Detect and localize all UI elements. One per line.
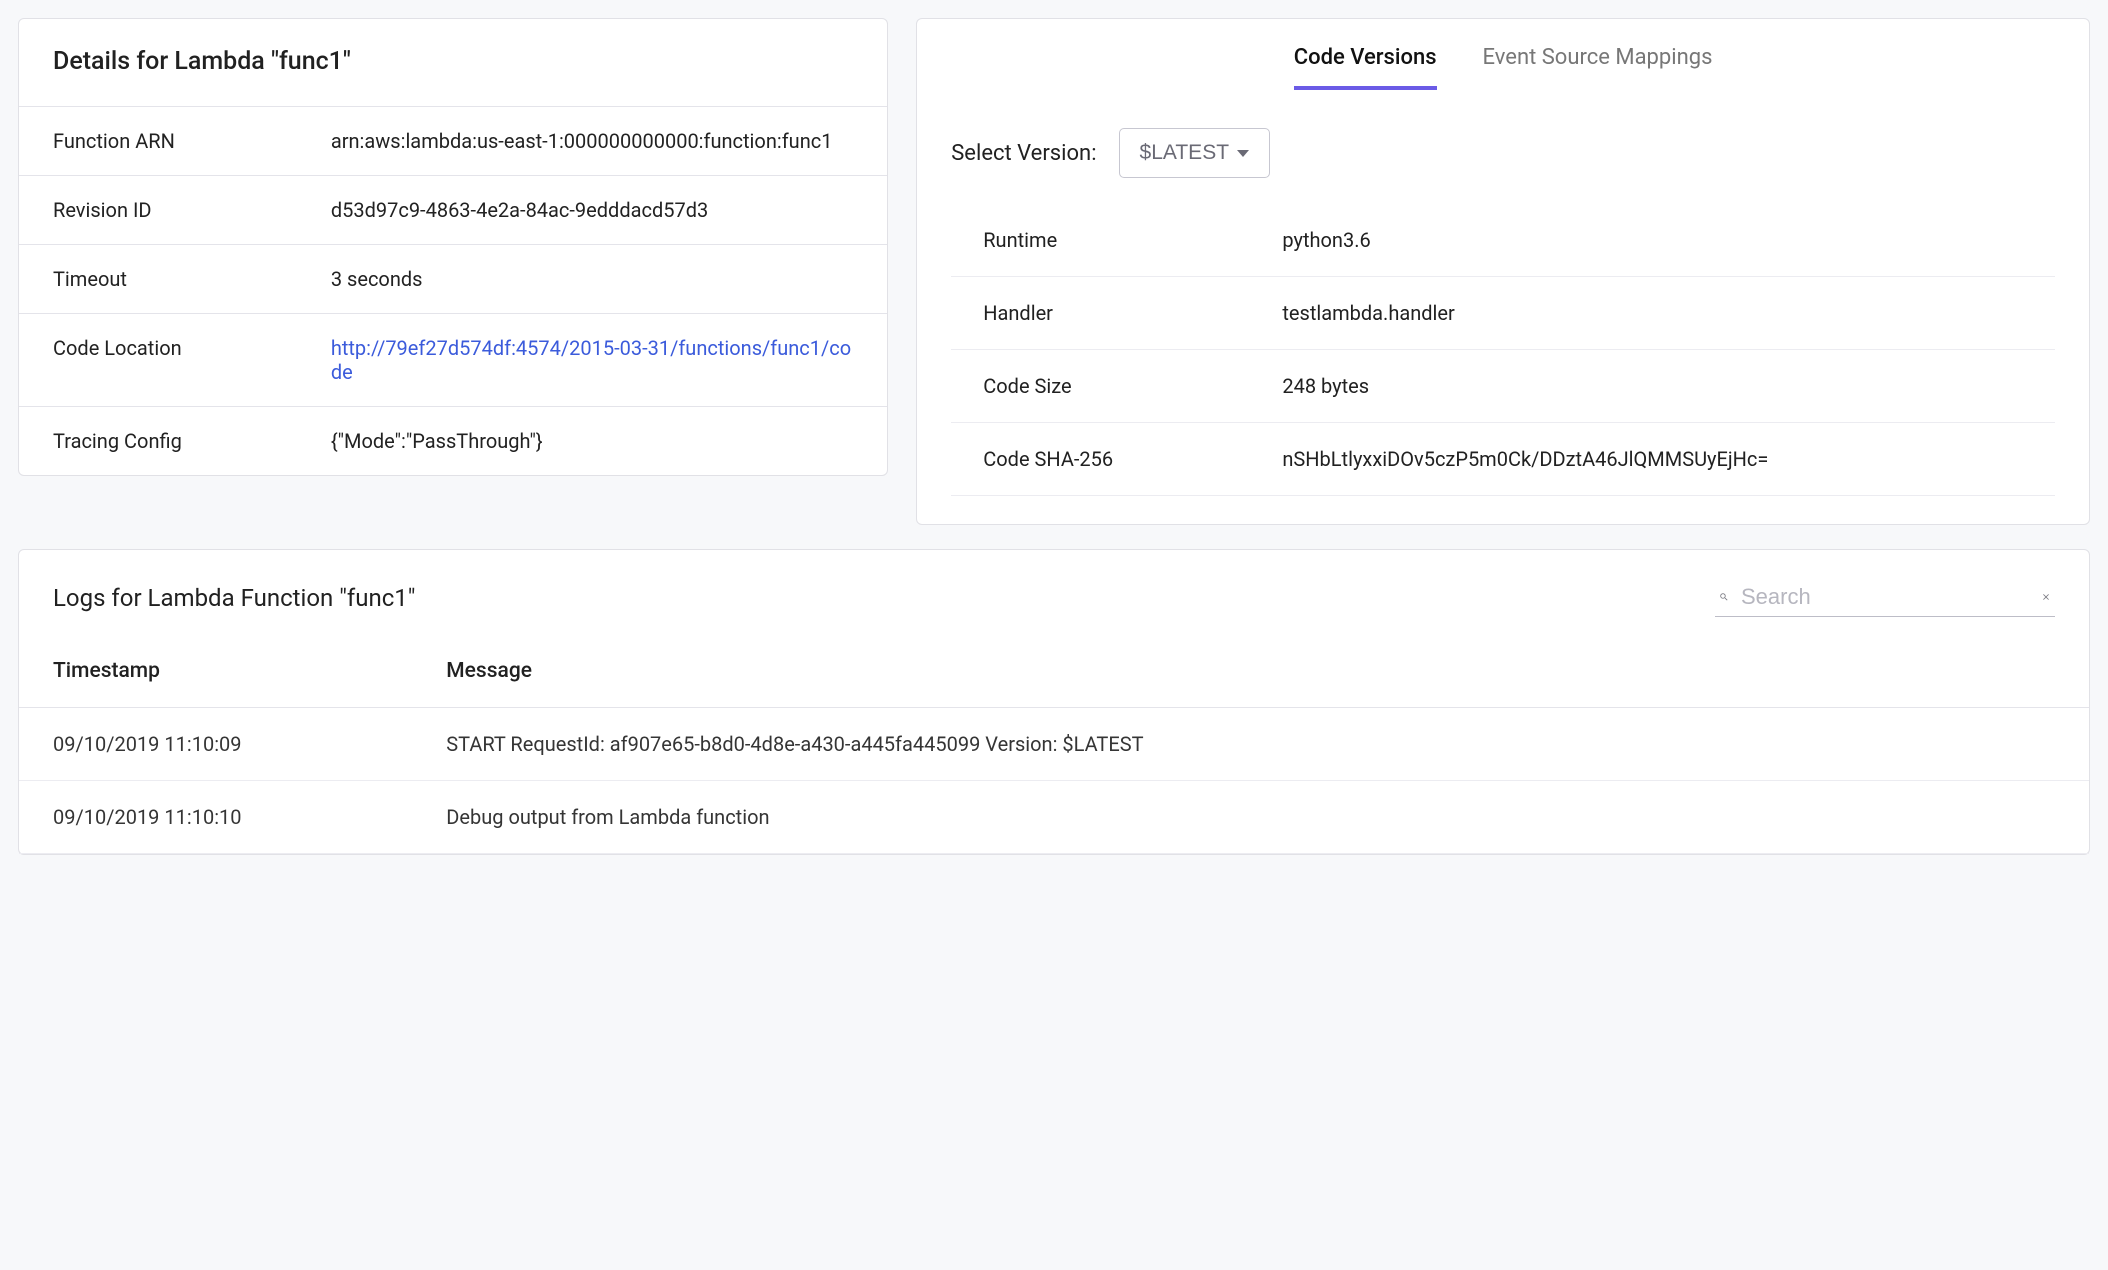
log-timestamp: 09/10/2019 11:10:09 [19,708,412,781]
tab-event-source-mappings[interactable]: Event Source Mappings [1483,37,1713,90]
version-kv-key: Code SHA-256 [951,447,1282,471]
details-value: arn:aws:lambda:us-east-1:000000000000:fu… [297,107,887,176]
details-title: Details for Lambda "func1" [19,19,887,106]
details-value: 3 seconds [297,245,887,314]
versions-card: Code Versions Event Source Mappings Selec… [916,18,2090,525]
details-key: Function ARN [19,107,297,176]
details-key: Revision ID [19,176,297,245]
details-table: Function ARNarn:aws:lambda:us-east-1:000… [19,106,887,475]
version-dropdown-button[interactable]: $LATEST [1119,128,1270,178]
tabs: Code Versions Event Source Mappings [917,19,2089,90]
version-kv-row: Handlertestlambda.handler [951,277,2055,350]
select-version-label: Select Version: [951,141,1096,166]
logs-card: Logs for Lambda Function "func1" Timesta… [18,549,2090,855]
version-kv-row: Code Size248 bytes [951,350,2055,423]
details-key: Timeout [19,245,297,314]
tab-code-versions[interactable]: Code Versions [1294,37,1437,90]
logs-col-timestamp[interactable]: Timestamp [19,635,412,708]
version-kv-value: 248 bytes [1282,374,2055,398]
log-timestamp: 09/10/2019 11:10:10 [19,781,412,854]
search-field[interactable] [1715,578,2055,617]
log-message: START RequestId: af907e65-b8d0-4d8e-a430… [412,708,2089,781]
version-kv-value: nSHbLtlyxxiDOv5czP5m0Ck/DDztA46JlQMMSUyE… [1282,447,2055,471]
details-row: Code Location http://79ef27d574df:4574/20… [19,314,887,407]
version-kv-key: Code Size [951,374,1282,398]
version-dropdown-value: $LATEST [1140,141,1229,165]
version-kv-value: testlambda.handler [1282,301,2055,325]
version-kv-key: Handler [951,301,1282,325]
version-kv-row: Code SHA-256nSHbLtlyxxiDOv5czP5m0Ck/DDzt… [951,423,2055,496]
logs-table: Timestamp Message 09/10/2019 11:10:09STA… [19,635,2089,854]
details-row: Revision IDd53d97c9-4863-4e2a-84ac-9eddd… [19,176,887,245]
search-icon [1719,585,1729,609]
details-row: Tracing Config{"Mode":"PassThrough"} [19,407,887,476]
details-row: Function ARNarn:aws:lambda:us-east-1:000… [19,107,887,176]
log-row: 09/10/2019 11:10:09START RequestId: af90… [19,708,2089,781]
details-value: d53d97c9-4863-4e2a-84ac-9edddacd57d3 [297,176,887,245]
version-kv-row: Runtimepython3.6 [951,204,2055,277]
version-select-row: Select Version: $LATEST [917,90,2089,204]
details-row: Timeout3 seconds [19,245,887,314]
version-details-list: Runtimepython3.6Handlertestlambda.handle… [917,204,2089,524]
logs-col-message[interactable]: Message [412,635,2089,708]
logs-title: Logs for Lambda Function "func1" [53,584,415,612]
log-row: 09/10/2019 11:10:10Debug output from Lam… [19,781,2089,854]
details-card: Details for Lambda "func1" Function ARNa… [18,18,888,476]
close-icon[interactable] [2041,585,2051,609]
search-input[interactable] [1741,584,2029,610]
details-value[interactable]: http://79ef27d574df:4574/2015-03-31/func… [297,314,887,407]
version-kv-value: python3.6 [1282,228,2055,252]
log-message: Debug output from Lambda function [412,781,2089,854]
version-kv-key: Runtime [951,228,1282,252]
details-value: {"Mode":"PassThrough"} [297,407,887,476]
chevron-down-icon [1237,150,1249,157]
code-location-link[interactable]: http://79ef27d574df:4574/2015-03-31/func… [331,336,851,384]
details-key: Tracing Config [19,407,297,476]
details-key: Code Location [19,314,297,407]
